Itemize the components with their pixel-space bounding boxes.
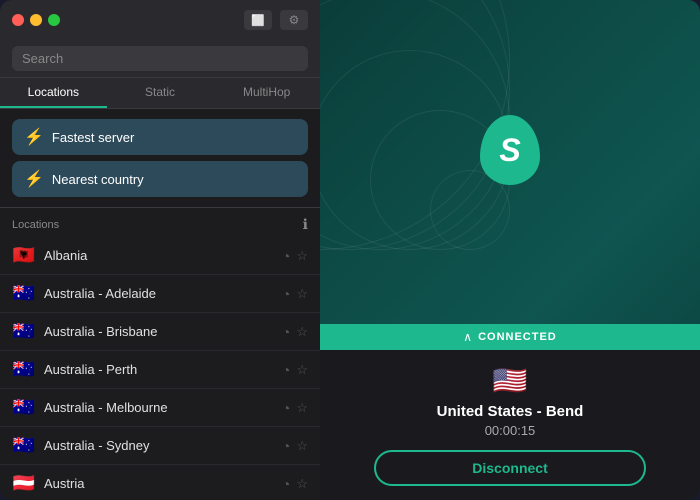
disconnect-button[interactable]: Disconnect — [374, 450, 646, 486]
location-list: 🇦🇱 Albania ◔ ☆ 🇦🇺 Australia - Adelaide ◔… — [0, 237, 320, 500]
bolt-icon-2: ⚡ — [24, 169, 44, 189]
tab-locations[interactable]: Locations — [0, 78, 107, 108]
chevron-up-icon: ∧ — [463, 330, 472, 344]
flag-icon: 🇦🇺 — [12, 359, 36, 380]
location-actions: ◔ ☆ — [282, 438, 308, 454]
signal-icon: ◔ — [282, 286, 290, 302]
list-item[interactable]: 🇦🇺 Australia - Adelaide ◔ ☆ — [0, 275, 320, 313]
star-icon[interactable]: ☆ — [296, 362, 308, 378]
search-bar — [0, 40, 320, 78]
close-dot[interactable] — [12, 14, 24, 26]
flag-icon: 🇦🇺 — [12, 397, 36, 418]
locations-header: Locations ℹ — [0, 208, 320, 237]
traffic-lights — [12, 14, 60, 26]
flag-icon: 🇦🇹 — [12, 473, 36, 494]
quick-actions: ⚡ Fastest server ⚡ Nearest country — [0, 109, 320, 208]
title-bar: ⬜ ⚙ — [0, 0, 320, 40]
star-icon[interactable]: ☆ — [296, 476, 308, 492]
location-actions: ◔ ☆ — [282, 286, 308, 302]
tabs-bar: Locations Static MultiHop — [0, 78, 320, 109]
flag-icon: 🇦🇺 — [12, 283, 36, 304]
star-icon[interactable]: ☆ — [296, 324, 308, 340]
connected-status-label: CONNECTED — [478, 331, 557, 343]
nearest-country-label: Nearest country — [52, 172, 144, 187]
gear-icon: ⚙ — [289, 13, 300, 27]
signal-icon: ◔ — [282, 476, 290, 492]
info-icon[interactable]: ℹ — [303, 216, 308, 233]
logo-symbol: S — [499, 132, 520, 169]
star-icon[interactable]: ☆ — [296, 286, 308, 302]
list-item[interactable]: 🇦🇺 Australia - Perth ◔ ☆ — [0, 351, 320, 389]
search-input[interactable] — [12, 46, 308, 71]
window-icon-btn[interactable]: ⬜ — [244, 10, 272, 30]
signal-icon: ◔ — [282, 438, 290, 454]
star-icon[interactable]: ☆ — [296, 400, 308, 416]
flag-icon: 🇦🇱 — [12, 245, 36, 266]
location-name: Australia - Adelaide — [44, 286, 274, 301]
location-actions: ◔ ☆ — [282, 362, 308, 378]
tab-multihop[interactable]: MultiHop — [213, 78, 320, 108]
location-name: Austria — [44, 476, 274, 491]
location-name: Australia - Melbourne — [44, 400, 274, 415]
title-icons: ⬜ ⚙ — [244, 10, 308, 30]
location-name: Australia - Brisbane — [44, 324, 274, 339]
flag-icon: 🇦🇺 — [12, 321, 36, 342]
connected-flag: 🇺🇸 — [340, 364, 680, 397]
location-actions: ◔ ☆ — [282, 248, 308, 264]
location-name: Australia - Perth — [44, 362, 274, 377]
connected-location: United States - Bend — [340, 403, 680, 420]
star-icon[interactable]: ☆ — [296, 248, 308, 264]
list-item[interactable]: 🇦🇺 Australia - Melbourne ◔ ☆ — [0, 389, 320, 427]
list-item[interactable]: 🇦🇺 Australia - Sydney ◔ ☆ — [0, 427, 320, 465]
left-panel: ⬜ ⚙ Locations Static MultiHop ⚡ Fastest … — [0, 0, 320, 500]
signal-icon: ◔ — [282, 248, 290, 264]
location-name: Australia - Sydney — [44, 438, 274, 453]
bolt-icon: ⚡ — [24, 127, 44, 147]
location-actions: ◔ ☆ — [282, 476, 308, 492]
location-actions: ◔ ☆ — [282, 400, 308, 416]
connected-panel: ∧ CONNECTED 🇺🇸 United States - Bend 00:0… — [320, 324, 700, 500]
nearest-country-button[interactable]: ⚡ Nearest country — [12, 161, 308, 197]
location-name: Albania — [44, 248, 274, 263]
list-item[interactable]: 🇦🇺 Australia - Brisbane ◔ ☆ — [0, 313, 320, 351]
vpn-logo: S — [480, 115, 540, 185]
settings-icon-btn[interactable]: ⚙ — [280, 10, 308, 30]
list-item[interactable]: 🇦🇱 Albania ◔ ☆ — [0, 237, 320, 275]
flag-icon: 🇦🇺 — [12, 435, 36, 456]
fastest-server-label: Fastest server — [52, 130, 134, 145]
signal-icon: ◔ — [282, 362, 290, 378]
signal-icon: ◔ — [282, 400, 290, 416]
star-icon[interactable]: ☆ — [296, 438, 308, 454]
list-item[interactable]: 🇦🇹 Austria ◔ ☆ — [0, 465, 320, 500]
right-panel: S ∧ CONNECTED 🇺🇸 United States - Bend 00… — [320, 0, 700, 500]
location-actions: ◔ ☆ — [282, 324, 308, 340]
tab-static[interactable]: Static — [107, 78, 214, 108]
maximize-dot[interactable] — [48, 14, 60, 26]
connected-timer: 00:00:15 — [340, 423, 680, 438]
connected-body: 🇺🇸 United States - Bend 00:00:15 Disconn… — [320, 350, 700, 500]
window-icon: ⬜ — [251, 14, 265, 27]
minimize-dot[interactable] — [30, 14, 42, 26]
fastest-server-button[interactable]: ⚡ Fastest server — [12, 119, 308, 155]
locations-section-label: Locations — [12, 219, 59, 231]
signal-icon: ◔ — [282, 324, 290, 340]
connected-header: ∧ CONNECTED — [320, 324, 700, 350]
